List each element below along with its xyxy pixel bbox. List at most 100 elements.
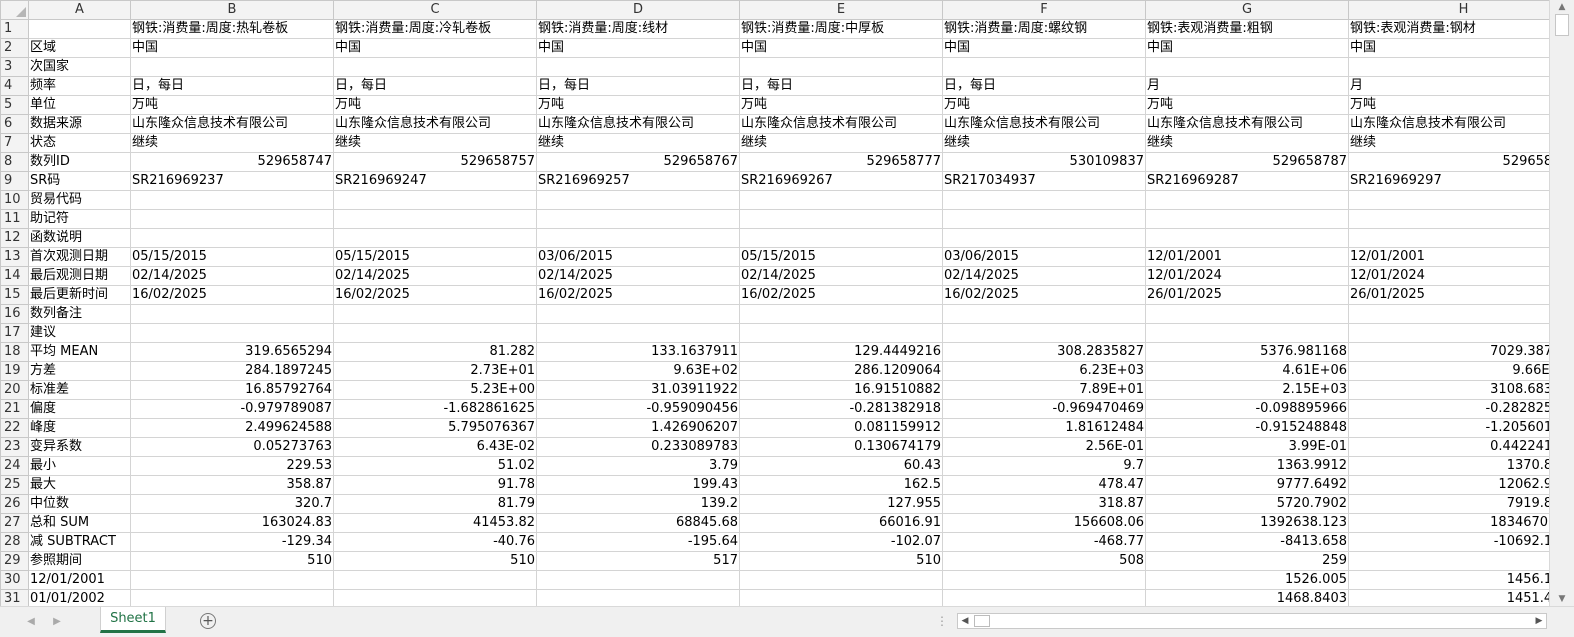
cell-h12[interactable] — [1348, 228, 1549, 248]
horizontal-scroll-thumb[interactable] — [974, 615, 990, 627]
cell-a28[interactable]: 减 SUBTRACT — [28, 532, 131, 552]
cell-a14[interactable]: 最后观测日期 — [28, 266, 131, 286]
column-header-f[interactable]: F — [942, 0, 1146, 20]
cell-e11[interactable] — [739, 209, 943, 229]
cell-b6[interactable]: 山东隆众信息技术有限公司 — [130, 114, 334, 134]
cell-b11[interactable] — [130, 209, 334, 229]
triangle-down-icon[interactable]: ▼ — [1556, 593, 1568, 605]
row-header[interactable]: 13 — [0, 247, 29, 267]
cell-f23[interactable]: 2.56E-01 — [942, 437, 1146, 457]
cell-b2[interactable]: 中国 — [130, 38, 334, 58]
cell-h19[interactable]: 9.66E+06 — [1348, 361, 1549, 381]
cell-a21[interactable]: 偏度 — [28, 399, 131, 419]
cell-b23[interactable]: 0.05273763 — [130, 437, 334, 457]
cell-d16[interactable] — [536, 304, 740, 324]
cell-e14[interactable]: 02/14/2025 — [739, 266, 943, 286]
cell-a13[interactable]: 首次观测日期 — [28, 247, 131, 267]
cell-a2[interactable]: 区域 — [28, 38, 131, 58]
row-header[interactable]: 29 — [0, 551, 29, 571]
plus-circle-icon[interactable]: + — [200, 613, 216, 629]
cell-e30[interactable] — [739, 570, 943, 590]
cell-e13[interactable]: 05/15/2015 — [739, 247, 943, 267]
cell-a18[interactable]: 平均 MEAN — [28, 342, 131, 362]
cell-b26[interactable]: 320.7 — [130, 494, 334, 514]
column-header-h[interactable]: H — [1348, 0, 1549, 20]
triangle-left-icon[interactable]: ◀ — [958, 614, 972, 628]
row-header[interactable]: 27 — [0, 513, 29, 533]
row-header[interactable]: 24 — [0, 456, 29, 476]
cell-d26[interactable]: 139.2 — [536, 494, 740, 514]
cell-d5[interactable]: 万吨 — [536, 95, 740, 115]
row-header[interactable]: 16 — [0, 304, 29, 324]
cell-a30[interactable]: 12/01/2001 — [28, 570, 131, 590]
cell-c6[interactable]: 山东隆众信息技术有限公司 — [333, 114, 537, 134]
cell-d6[interactable]: 山东隆众信息技术有限公司 — [536, 114, 740, 134]
cell-e17[interactable] — [739, 323, 943, 343]
cell-b29[interactable]: 510 — [130, 551, 334, 571]
cell-h15[interactable]: 26/01/2025 — [1348, 285, 1549, 305]
row-header[interactable]: 6 — [0, 114, 29, 134]
cell-f17[interactable] — [942, 323, 1146, 343]
cell-c25[interactable]: 91.78 — [333, 475, 537, 495]
row-header[interactable]: 19 — [0, 361, 29, 381]
cell-g1[interactable]: 钢铁:表观消费量:粗钢 — [1145, 19, 1349, 39]
cell-e10[interactable] — [739, 190, 943, 210]
spreadsheet-grid[interactable]: A B C D E F G H 1 钢铁:消费量:周度:热轧卷板 钢铁:消费量:周度… — [0, 0, 1549, 606]
cell-d21[interactable]: -0.959090456 — [536, 399, 740, 419]
cell-b31[interactable] — [130, 589, 334, 606]
cell-f1[interactable]: 钢铁:消费量:周度:螺纹钢 — [942, 19, 1146, 39]
cell-g25[interactable]: 9777.6492 — [1145, 475, 1349, 495]
cell-c8[interactable]: 529658757 — [333, 152, 537, 172]
row-header[interactable]: 26 — [0, 494, 29, 514]
cell-c12[interactable] — [333, 228, 537, 248]
cell-h11[interactable] — [1348, 209, 1549, 229]
cell-b4[interactable]: 日，每日 — [130, 76, 334, 96]
horizontal-scrollbar[interactable]: ◀ ▶ — [957, 613, 1547, 629]
cell-d31[interactable] — [536, 589, 740, 606]
cell-a31[interactable]: 01/01/2002 — [28, 589, 131, 606]
cell-e25[interactable]: 162.5 — [739, 475, 943, 495]
cell-g7[interactable]: 继续 — [1145, 133, 1349, 153]
cell-h28[interactable]: -10692.1099 — [1348, 532, 1549, 552]
cell-e16[interactable] — [739, 304, 943, 324]
cell-d14[interactable]: 02/14/2025 — [536, 266, 740, 286]
cell-h13[interactable]: 12/01/2001 — [1348, 247, 1549, 267]
cell-d7[interactable]: 继续 — [536, 133, 740, 153]
cell-b14[interactable]: 02/14/2025 — [130, 266, 334, 286]
cell-f20[interactable]: 7.89E+01 — [942, 380, 1146, 400]
cell-g23[interactable]: 3.99E-01 — [1145, 437, 1349, 457]
cell-f3[interactable] — [942, 57, 1146, 77]
cell-b21[interactable]: -0.979789087 — [130, 399, 334, 419]
cell-b5[interactable]: 万吨 — [130, 95, 334, 115]
cell-f13[interactable]: 03/06/2015 — [942, 247, 1146, 267]
row-header[interactable]: 17 — [0, 323, 29, 343]
row-header[interactable]: 28 — [0, 532, 29, 552]
cell-b27[interactable]: 163024.83 — [130, 513, 334, 533]
cell-c27[interactable]: 41453.82 — [333, 513, 537, 533]
cell-c31[interactable] — [333, 589, 537, 606]
cell-b22[interactable]: 2.499624588 — [130, 418, 334, 438]
cell-h21[interactable]: -0.282825263 — [1348, 399, 1549, 419]
cell-b30[interactable] — [130, 570, 334, 590]
cell-g27[interactable]: 1392638.123 — [1145, 513, 1349, 533]
cell-e21[interactable]: -0.281382918 — [739, 399, 943, 419]
cell-a27[interactable]: 总和 SUM — [28, 513, 131, 533]
row-header[interactable]: 12 — [0, 228, 29, 248]
cell-d15[interactable]: 16/02/2025 — [536, 285, 740, 305]
cell-a15[interactable]: 最后更新时间 — [28, 285, 131, 305]
cell-f2[interactable]: 中国 — [942, 38, 1146, 58]
cell-d27[interactable]: 68845.68 — [536, 513, 740, 533]
cell-d23[interactable]: 0.233089783 — [536, 437, 740, 457]
row-header[interactable]: 21 — [0, 399, 29, 419]
cell-d10[interactable] — [536, 190, 740, 210]
cell-h31[interactable]: 1451.4717 — [1348, 589, 1549, 606]
column-header-g[interactable]: G — [1145, 0, 1349, 20]
cell-h18[interactable]: 7029.387148 — [1348, 342, 1549, 362]
cell-c3[interactable] — [333, 57, 537, 77]
cell-e7[interactable]: 继续 — [739, 133, 943, 153]
cell-d12[interactable] — [536, 228, 740, 248]
cell-h9[interactable]: SR216969297 — [1348, 171, 1549, 191]
cell-h14[interactable]: 12/01/2024 — [1348, 266, 1549, 286]
cell-e31[interactable] — [739, 589, 943, 606]
cell-b3[interactable] — [130, 57, 334, 77]
